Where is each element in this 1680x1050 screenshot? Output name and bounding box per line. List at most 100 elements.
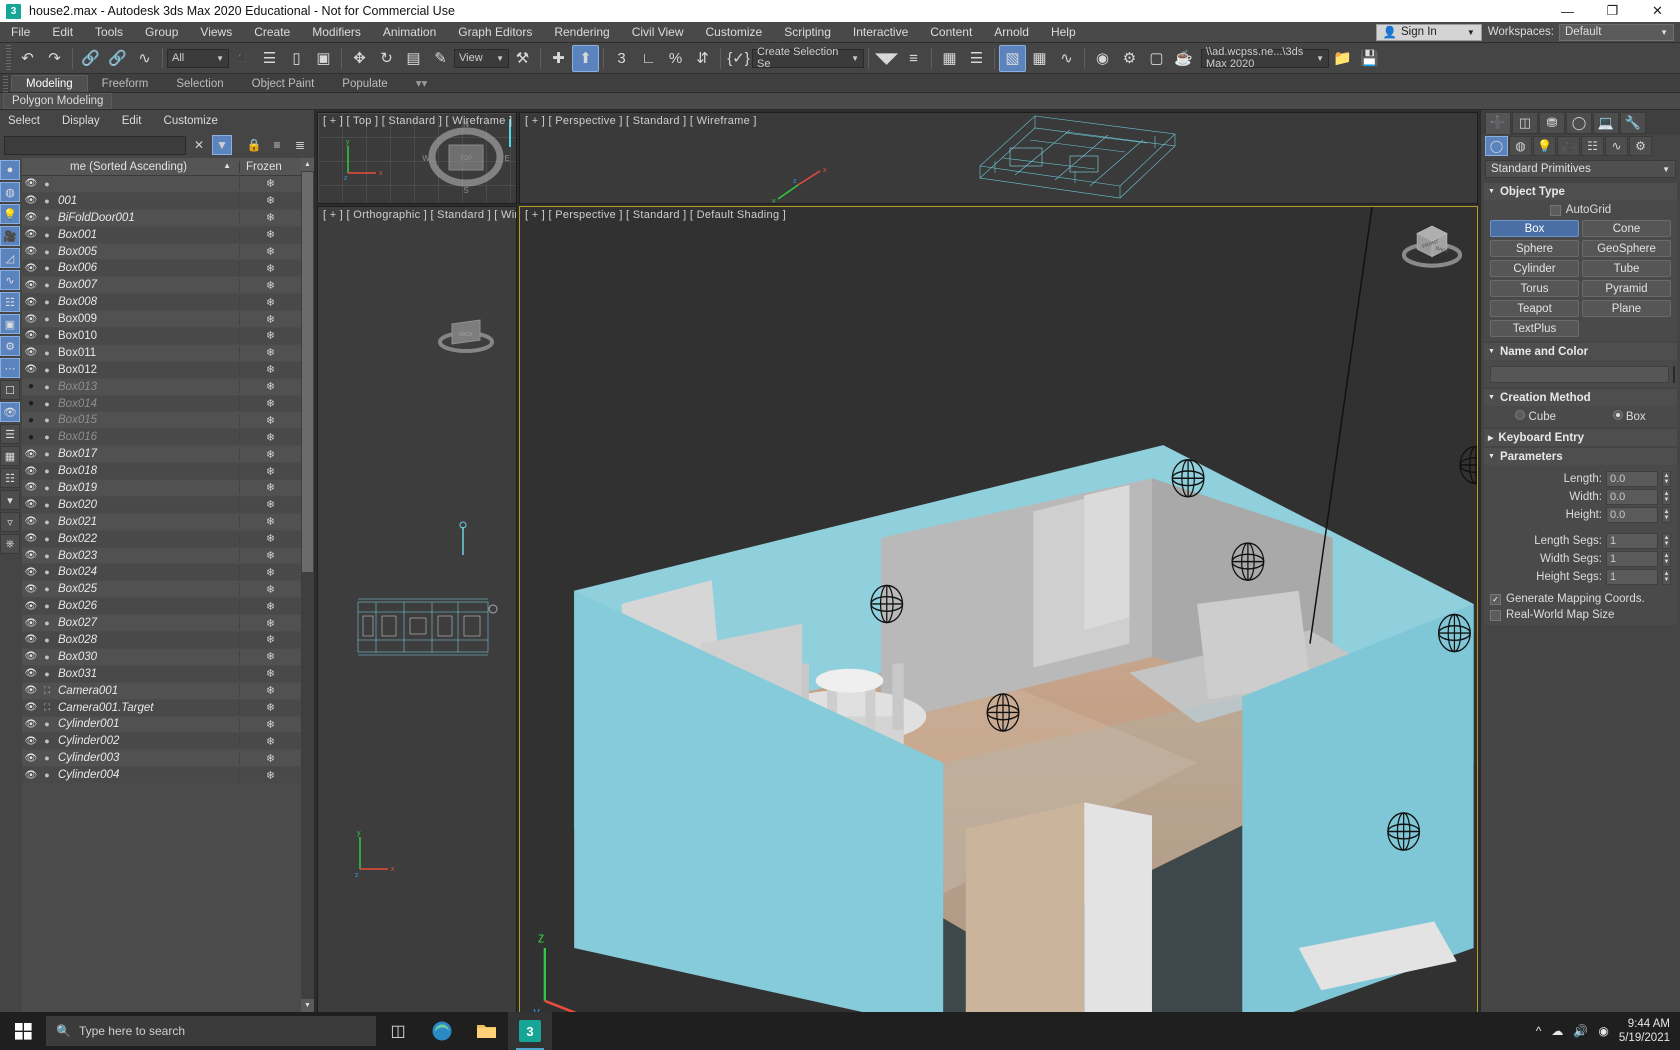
object-color-swatch[interactable] [1673,366,1675,383]
frozen-cell-icon[interactable]: ❄ [239,380,301,394]
viewport-ortho-label[interactable]: [ + ] [ Orthographic ] [ Standard ] [ Wi… [323,209,516,221]
length-input[interactable]: 0.0 [1606,471,1658,487]
project-folder-dropdown[interactable]: \\ad.wcpss.ne...\3ds Max 2020 ▼ [1201,46,1329,70]
angle-snap-icon[interactable]: ∟ [635,45,662,72]
object-type-icon[interactable]: ● [40,517,54,527]
object-name[interactable]: Box021 [54,516,239,528]
mirror-icon[interactable]: ◥◤ [873,45,900,72]
object-name[interactable]: Box012 [54,364,239,376]
visibility-eye-icon[interactable]: 👁 [22,229,40,240]
object-name[interactable]: Box005 [54,246,239,258]
table-row[interactable]: 👁 ● Box019 ❄ [22,480,301,497]
menu-tools[interactable]: Tools [84,22,134,43]
frozen-cell-icon[interactable]: ❄ [239,413,301,427]
visibility-eye-icon[interactable]: 👁 [22,314,40,325]
name-and-color-header[interactable]: ▼ Name and Color [1484,343,1677,360]
frozen-cell-icon[interactable]: ❄ [239,346,301,360]
visibility-eye-icon[interactable]: ● [22,398,40,409]
object-name[interactable]: Box010 [54,330,239,342]
height-input[interactable]: 0.0 [1606,507,1658,523]
spinner-snap-icon[interactable]: ⇵ [689,45,716,72]
filter-particles-icon[interactable]: ⋯ [0,358,20,378]
bind-space-warp-icon[interactable]: ∿ [131,45,158,72]
object-type-icon[interactable]: ● [40,365,54,375]
visibility-eye-icon[interactable]: 👁 [22,516,40,527]
table-row[interactable]: ● ● Box015 ❄ [22,412,301,430]
object-type-icon[interactable]: ● [40,449,54,459]
primitive-pyramid-button[interactable]: Pyramid [1582,280,1671,297]
filter-funnel-icon[interactable]: ▾ [0,490,20,510]
tab-display-icon[interactable]: 💻 [1593,111,1619,134]
frozen-cell-icon[interactable]: ❄ [239,278,301,292]
visibility-eye-icon[interactable]: 👁 [22,567,40,578]
select-and-scale-icon[interactable]: ▤ [400,45,427,72]
visibility-eye-icon[interactable]: 👁 [22,195,40,206]
table-row[interactable]: 👁 ⛶ Camera001.Target ❄ [22,699,301,717]
object-type-icon[interactable]: ● [40,584,54,594]
start-button[interactable] [0,1012,46,1050]
primitive-textplus-button[interactable]: TextPlus [1490,320,1579,337]
table-row[interactable]: 👁 ● Box010 ❄ [22,328,301,345]
frozen-cell-icon[interactable]: ❄ [239,261,301,275]
width-segs-input[interactable]: 1 [1606,551,1658,567]
creation-box-option[interactable]: Box [1612,410,1646,423]
object-type-icon[interactable]: ● [40,432,54,442]
object-type-icon[interactable]: ● [40,601,54,611]
category-shapes-icon[interactable]: ◍ [1509,136,1532,156]
table-row[interactable]: 👁 ● Box025 ❄ [22,581,301,599]
polygon-modeling-panel[interactable]: Polygon Modeling [3,93,113,109]
sort-descending-icon[interactable]: ▿ [0,512,20,532]
menu-edit[interactable]: Edit [41,22,84,43]
object-name[interactable]: Camera001 [54,685,239,697]
object-name[interactable]: Box028 [54,634,239,646]
filter-lights-icon[interactable]: 💡 [0,204,20,224]
object-name[interactable]: Box026 [54,600,239,612]
visibility-eye-icon[interactable]: 👁 [22,330,40,341]
column-header-frozen[interactable]: Frozen [239,160,301,173]
object-name[interactable]: Box015 [54,414,239,426]
list-options-icon[interactable]: ☷ [0,468,20,488]
primitive-teapot-button[interactable]: Teapot [1490,300,1579,317]
object-type-icon[interactable]: ● [40,483,54,493]
tab-utilities-icon[interactable]: 🔧 [1620,111,1646,134]
sign-in-button[interactable]: 👤 Sign In ▼ [1375,23,1482,41]
primitive-geosphere-button[interactable]: GeoSphere [1582,240,1671,257]
object-name[interactable]: Box031 [54,668,239,680]
reference-coordinate-dropdown[interactable]: View ▼ [454,48,509,68]
snaps-toggle-icon[interactable]: ✚ [545,45,572,72]
primitive-cylinder-button[interactable]: Cylinder [1490,260,1579,277]
primitive-category-dropdown[interactable]: Standard Primitives ▼ [1485,160,1676,178]
table-row[interactable]: 👁 ● Cylinder004 ❄ [22,767,301,785]
visibility-eye-icon[interactable]: 👁 [22,601,40,612]
visibility-eye-icon[interactable]: 👁 [22,770,40,781]
visibility-eye-icon[interactable]: 👁 [22,347,40,358]
taskbar-search-box[interactable]: 🔍 Type here to search [46,1016,376,1046]
table-row[interactable]: 👁 ● Box017 ❄ [22,446,301,464]
width-spinner[interactable]: ▲ ▼ [1662,489,1671,505]
explorer-menu-select[interactable]: Select [8,115,40,127]
table-row[interactable]: 👁 ● Box009 ❄ [22,311,301,329]
visibility-eye-icon[interactable]: 👁 [22,212,40,223]
tab-modify-icon[interactable]: ◫ [1512,111,1538,134]
filter-helpers-icon[interactable]: ◿ [0,248,20,268]
table-row[interactable]: 👁 ● Box021 ❄ [22,513,301,531]
menu-modifiers[interactable]: Modifiers [301,22,372,43]
tab-modeling[interactable]: Modeling [11,75,88,92]
menu-civil-view[interactable]: Civil View [621,22,695,43]
ribbon-options-icon[interactable]: ▾▾ [402,74,442,92]
length-segs-input[interactable]: 1 [1606,533,1658,549]
frozen-cell-icon[interactable]: ❄ [239,515,301,529]
tab-populate[interactable]: Populate [328,76,401,92]
object-type-icon[interactable]: ● [40,196,54,206]
viewport-persp-shaded-label[interactable]: [ + ] [ Perspective ] [ Standard ] [ Def… [525,209,786,221]
table-row[interactable]: 👁 ● Box023 ❄ [22,547,301,565]
sort-order-icon[interactable]: ☰ [0,424,20,444]
minimize-button[interactable]: — [1545,0,1590,22]
table-row[interactable]: 👁 ● Box005 ❄ [22,243,301,261]
category-systems-icon[interactable]: ⚙ [1629,136,1652,156]
visibility-eye-icon[interactable]: 👁 [22,702,40,713]
cube-radio[interactable] [1515,410,1526,420]
viewport-top-label[interactable]: [ + ] [ Top ] [ Standard ] [ Wireframe ] [323,115,512,127]
frozen-cell-icon[interactable]: ❄ [239,616,301,630]
primitive-torus-button[interactable]: Torus [1490,280,1579,297]
